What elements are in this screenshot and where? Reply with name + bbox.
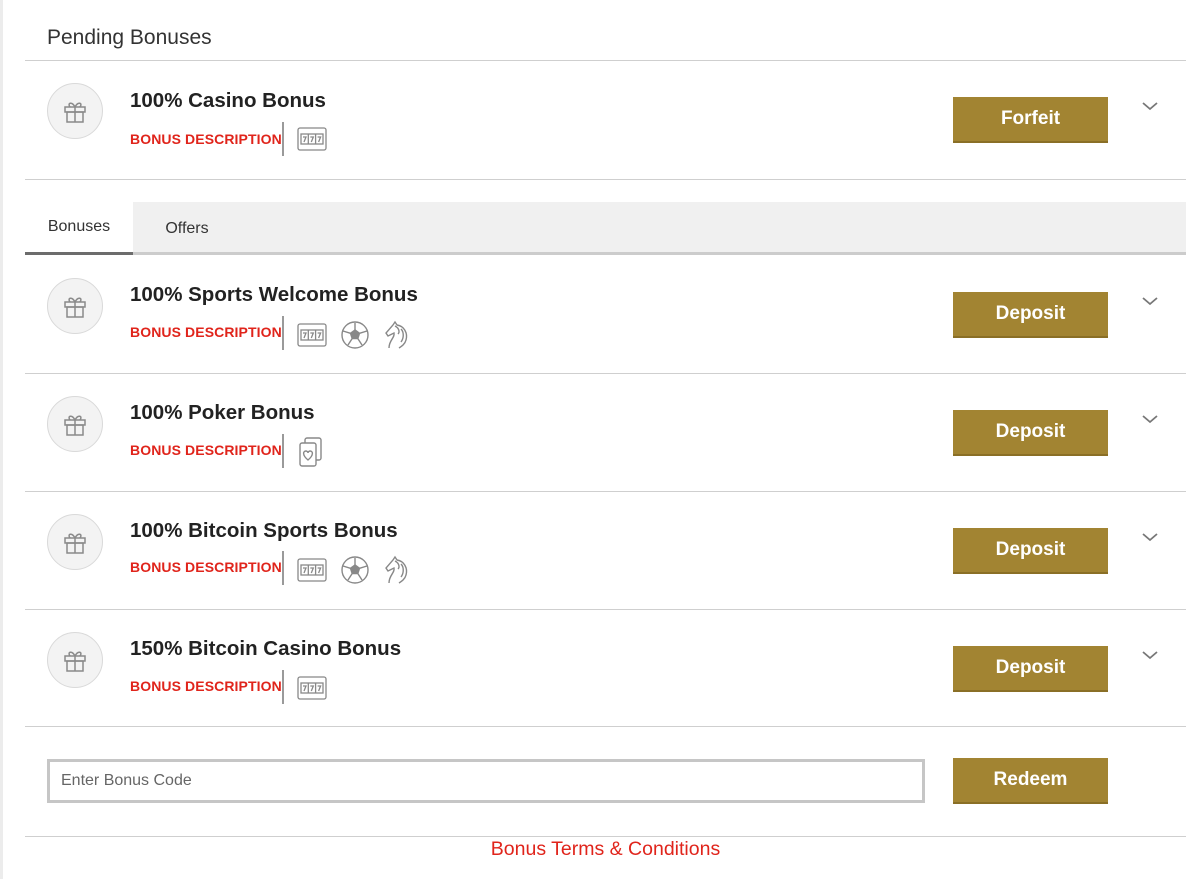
bonus-description-link[interactable]: BONUS DESCRIPTION — [130, 442, 282, 458]
gift-icon — [47, 396, 103, 452]
bonus-title: 100% Casino Bonus — [130, 89, 326, 112]
deposit-button[interactable]: Deposit — [953, 528, 1108, 574]
chevron-down-icon[interactable] — [1141, 649, 1159, 661]
playing-cards-icon — [297, 436, 323, 468]
soccer-ball-icon — [340, 320, 370, 350]
gift-icon — [47, 514, 103, 570]
separator — [282, 670, 284, 704]
bonus-terms-link[interactable]: Bonus Terms & Conditions — [25, 838, 1186, 861]
bonus-row: 100% Sports Welcome Bonus BONUS DESCRIPT… — [25, 255, 1186, 373]
gift-icon — [47, 83, 103, 139]
game-icons — [297, 436, 323, 468]
bonus-title: 150% Bitcoin Casino Bonus — [130, 637, 402, 660]
chevron-down-icon[interactable] — [1141, 531, 1159, 543]
bonus-row: 150% Bitcoin Casino Bonus BONUS DESCRIPT… — [25, 609, 1186, 726]
bonus-description-link[interactable]: BONUS DESCRIPTION — [130, 678, 282, 694]
deposit-button[interactable]: Deposit — [953, 410, 1108, 456]
bonus-description-link[interactable]: BONUS DESCRIPTION — [130, 131, 282, 147]
chevron-down-icon[interactable] — [1141, 295, 1159, 307]
pending-bonuses-heading: Pending Bonuses — [47, 26, 212, 49]
bonus-description-link[interactable]: BONUS DESCRIPTION — [130, 559, 282, 575]
horse-icon — [383, 320, 411, 350]
slots-icon — [297, 676, 327, 700]
game-icons — [297, 320, 411, 350]
game-icons — [297, 676, 327, 700]
separator — [282, 551, 284, 585]
slots-icon — [297, 558, 327, 582]
tab-bonuses[interactable]: Bonuses — [25, 202, 133, 255]
bonus-title: 100% Poker Bonus — [130, 401, 315, 424]
bonus-title: 100% Bitcoin Sports Bonus — [130, 519, 398, 542]
bonus-title: 100% Sports Welcome Bonus — [130, 283, 418, 306]
gift-icon — [47, 278, 103, 334]
divider — [25, 726, 1186, 727]
divider — [25, 836, 1186, 837]
separator — [282, 316, 284, 350]
bonuses-panel: Pending Bonuses 100% Casino Bonus BONUS … — [25, 0, 1186, 879]
game-icons — [297, 127, 327, 151]
tab-offers[interactable]: Offers — [133, 202, 241, 255]
redeem-button[interactable]: Redeem — [953, 758, 1108, 804]
slots-icon — [297, 323, 327, 347]
bonus-code-input[interactable] — [47, 759, 925, 803]
bonus-row: 100% Poker Bonus BONUS DESCRIPTION Depos… — [25, 373, 1186, 491]
deposit-button[interactable]: Deposit — [953, 646, 1108, 692]
pending-bonus-row: 100% Casino Bonus BONUS DESCRIPTION Forf… — [25, 60, 1186, 179]
chevron-down-icon[interactable] — [1141, 100, 1159, 112]
separator — [282, 122, 284, 156]
divider — [25, 179, 1186, 180]
separator — [282, 434, 284, 468]
forfeit-button[interactable]: Forfeit — [953, 97, 1108, 143]
soccer-ball-icon — [340, 555, 370, 585]
gift-icon — [47, 632, 103, 688]
bonus-row: 100% Bitcoin Sports Bonus BONUS DESCRIPT… — [25, 491, 1186, 609]
left-border — [0, 0, 3, 879]
bonus-description-link[interactable]: BONUS DESCRIPTION — [130, 324, 282, 340]
slots-icon — [297, 127, 327, 151]
deposit-button[interactable]: Deposit — [953, 292, 1108, 338]
horse-icon — [383, 555, 411, 585]
game-icons — [297, 555, 411, 585]
chevron-down-icon[interactable] — [1141, 413, 1159, 425]
bonus-tabs: Bonuses Offers — [25, 202, 1186, 255]
